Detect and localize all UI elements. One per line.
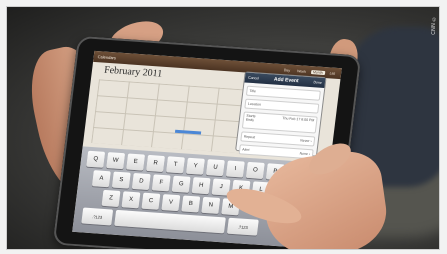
alert-value: None › — [299, 151, 311, 157]
key-z[interactable]: Z — [101, 189, 121, 207]
tab-list[interactable]: List — [327, 71, 337, 76]
month-title: February 2011 — [103, 64, 163, 80]
location-label: Location — [247, 101, 262, 107]
done-button[interactable]: Done — [313, 80, 322, 85]
key-q[interactable]: Q — [86, 150, 106, 168]
key-s[interactable]: S — [111, 171, 131, 189]
key-r[interactable]: R — [146, 154, 166, 172]
starts-value: Thu Feb 17 6:00 PM — [282, 116, 315, 123]
key-e[interactable]: E — [126, 153, 146, 171]
tab-day[interactable]: Day — [282, 68, 293, 73]
key-f[interactable]: F — [151, 174, 171, 192]
key-u[interactable]: U — [205, 159, 225, 177]
photo-credit: CNN © — [431, 15, 437, 35]
starts-ends-row[interactable]: Starts Ends Thu Feb 17 6:00 PM — [241, 111, 318, 134]
key-a[interactable]: A — [91, 170, 111, 188]
popover-title: Add Event — [273, 76, 299, 85]
tab-month[interactable]: Month — [310, 69, 325, 75]
key-d[interactable]: D — [131, 172, 151, 191]
key-t[interactable]: T — [166, 156, 185, 174]
key-c[interactable]: C — [141, 192, 161, 210]
key-o[interactable]: O — [245, 161, 265, 179]
tab-week[interactable]: Week — [295, 68, 308, 74]
key-g[interactable]: G — [171, 175, 191, 193]
key-x[interactable]: X — [121, 191, 141, 209]
key-n[interactable]: N — [201, 196, 221, 214]
cancel-button[interactable]: Cancel — [248, 76, 259, 81]
key-i[interactable]: I — [225, 160, 245, 178]
key-y[interactable]: Y — [185, 157, 205, 175]
repeat-value: Never › — [300, 138, 312, 144]
month-grid[interactable] — [91, 79, 249, 154]
numbers-key[interactable]: .?123 — [81, 207, 114, 226]
alert-label: Alert — [242, 147, 250, 152]
starts-ends-label: Starts Ends — [245, 113, 256, 123]
title-label: Title — [249, 88, 257, 94]
key-b[interactable]: B — [181, 195, 201, 213]
repeat-label: Repeat — [243, 134, 256, 140]
numbers-key-right[interactable]: .?123 — [226, 217, 259, 236]
photo: Calendars Day Week Month List February 2… — [6, 6, 440, 250]
calendars-button[interactable]: Calendars — [97, 54, 116, 60]
key-h[interactable]: H — [191, 177, 211, 195]
key-w[interactable]: W — [106, 152, 126, 170]
add-event-popover: Cancel Add Event Done Title Location Sta… — [235, 71, 327, 160]
key-v[interactable]: V — [161, 194, 181, 212]
